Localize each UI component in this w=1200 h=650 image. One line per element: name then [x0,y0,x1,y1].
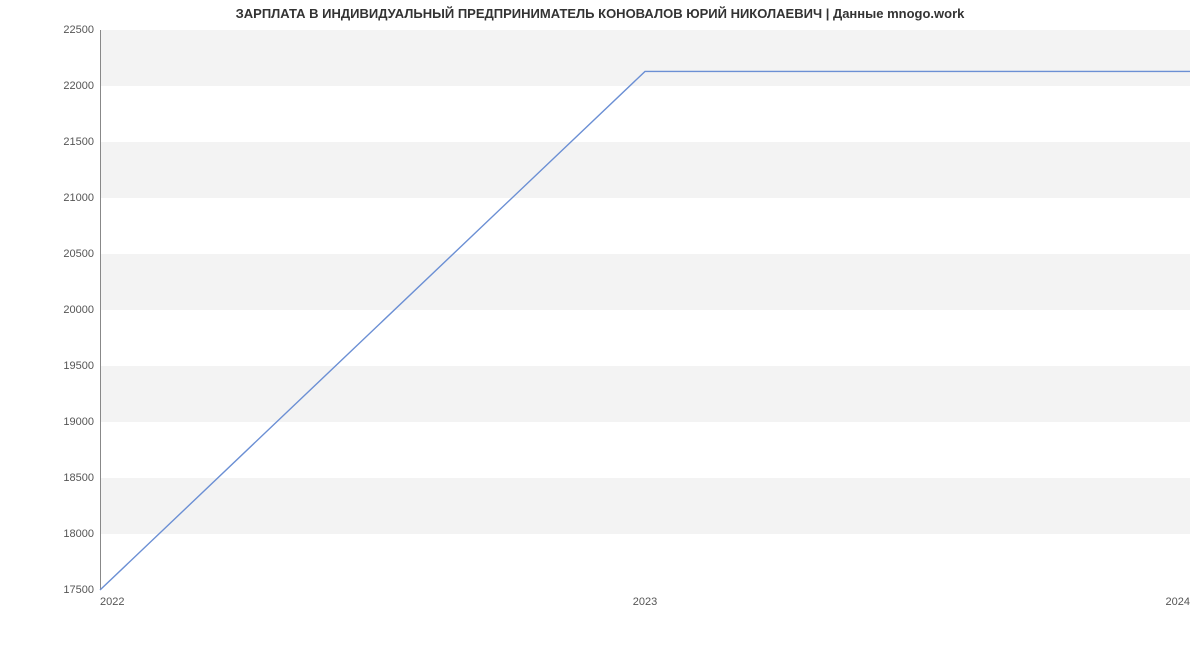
x-tick-label: 2024 [1166,596,1190,608]
y-tick-label: 18000 [63,528,94,540]
y-tick-label: 17500 [63,584,94,596]
y-tick-label: 20000 [63,304,94,316]
y-tick-label: 21500 [63,136,94,148]
x-tick-label: 2023 [633,596,657,608]
y-tick-label: 19500 [63,360,94,372]
y-tick-label: 19000 [63,416,94,428]
chart-container: ЗАРПЛАТА В ИНДИВИДУАЛЬНЫЙ ПРЕДПРИНИМАТЕЛ… [0,0,1200,650]
y-tick-label: 18500 [63,472,94,484]
x-tick-label: 2022 [100,596,124,608]
series-line [100,71,1190,590]
chart-title: ЗАРПЛАТА В ИНДИВИДУАЛЬНЫЙ ПРЕДПРИНИМАТЕЛ… [0,6,1200,21]
line-series-layer [100,30,1190,590]
y-tick-label: 20500 [63,248,94,260]
y-tick-label: 22000 [63,80,94,92]
y-tick-label: 21000 [63,192,94,204]
y-tick-label: 22500 [63,24,94,36]
